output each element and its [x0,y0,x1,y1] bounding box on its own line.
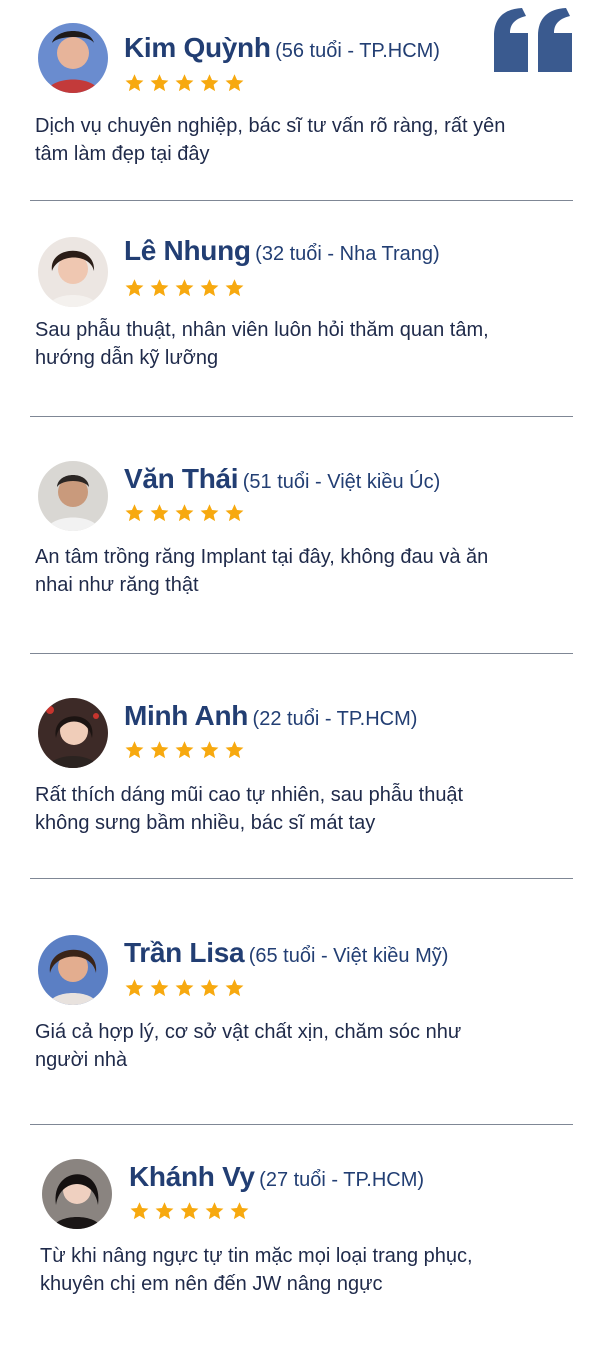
review-text: An tâm trồng răng Implant tại đây, không… [35,543,580,599]
reviewer-meta: (32 tuổi - Nha Trang) [255,243,440,265]
star-icon [150,979,169,997]
star-icon [130,1202,149,1220]
star-icon [200,741,219,759]
review-text-line: Sau phẫu thuật, nhân viên luôn hỏi thăm … [35,319,489,341]
star-rating [124,977,245,998]
star-icon [225,279,244,297]
divider [30,200,573,201]
star-icon [225,741,244,759]
avatar [38,23,108,93]
star-rating [124,502,245,523]
review-text-line: Dịch vụ chuyên nghiệp, bác sĩ tư vấn rõ … [35,115,506,137]
reviewer-name: Trần Lisa [124,937,245,968]
reviewer-name: Văn Thái [124,463,239,494]
reviewer-heading: Kim Quỳnh (56 tuổi - TP.HCM) [124,34,440,62]
reviewer-heading: Minh Anh (22 tuổi - TP.HCM) [124,702,417,730]
reviewer-heading: Lê Nhung (32 tuổi - Nha Trang) [124,237,440,265]
review-text-line: nhai như răng thật [35,574,199,596]
review-text-line: Từ khi nâng ngực tự tin mặc mọi loại tra… [40,1245,473,1267]
star-rating [124,72,245,93]
star-icon [175,279,194,297]
reviewer-name: Khánh Vy [129,1161,255,1192]
star-icon [150,279,169,297]
reviewer-heading: Trần Lisa (65 tuổi - Việt kiều Mỹ) [124,939,448,967]
review-text: Giá cả hợp lý, cơ sở vật chất xịn, chăm … [35,1018,580,1074]
star-icon [225,74,244,92]
star-icon [180,1202,199,1220]
star-rating [124,277,245,298]
star-icon [150,741,169,759]
star-icon [125,741,144,759]
reviewer-meta: (51 tuổi - Việt kiều Úc) [242,471,441,493]
star-icon [125,74,144,92]
avatar [38,461,108,531]
review-text-line: tâm làm đẹp tại đây [35,143,210,165]
star-icon [205,1202,224,1220]
review-text: Sau phẫu thuật, nhân viên luôn hỏi thăm … [35,316,580,372]
star-icon [175,504,194,522]
review-text-line: khuyên chị em nên đến JW nâng ngực [40,1273,383,1295]
reviewer-heading: Văn Thái (51 tuổi - Việt kiều Úc) [124,465,440,493]
review-text: Từ khi nâng ngực tự tin mặc mọi loại tra… [40,1242,585,1298]
divider [30,1124,573,1125]
review-text: Dịch vụ chuyên nghiệp, bác sĩ tư vấn rõ … [35,112,580,168]
star-icon [200,279,219,297]
star-icon [200,979,219,997]
reviewer-name: Minh Anh [124,700,249,731]
reviewer-name: Lê Nhung [124,235,251,266]
star-icon [175,979,194,997]
avatar [38,237,108,307]
reviewer-meta: (65 tuổi - Việt kiều Mỹ) [248,945,449,967]
divider [30,416,573,417]
reviewer-meta: (27 tuổi - TP.HCM) [259,1169,425,1191]
star-icon [150,504,169,522]
review-text-line: người nhà [35,1049,128,1071]
star-icon [125,504,144,522]
review-text-line: Rất thích dáng mũi cao tự nhiên, sau phẫ… [35,784,464,806]
divider [30,878,573,879]
review-text: Rất thích dáng mũi cao tự nhiên, sau phẫ… [35,781,580,837]
avatar [42,1159,112,1229]
reviewer-meta: (22 tuổi - TP.HCM) [252,708,418,730]
star-icon [225,504,244,522]
star-icon [225,979,244,997]
reviewer-meta: (56 tuổi - TP.HCM) [275,40,440,62]
star-icon [155,1202,174,1220]
star-icon [175,741,194,759]
star-icon [125,979,144,997]
star-icon [200,504,219,522]
reviewer-heading: Khánh Vy (27 tuổi - TP.HCM) [129,1163,424,1191]
review-text-line: không sưng bầm nhiều, bác sĩ mát tay [35,812,376,834]
star-icon [125,279,144,297]
quote-icon [494,8,572,72]
review-text-line: Giá cả hợp lý, cơ sở vật chất xịn, chăm … [35,1021,462,1043]
star-icon [150,74,169,92]
star-rating [124,739,245,760]
avatar [38,698,108,768]
review-text-line: An tâm trồng răng Implant tại đây, không… [35,546,489,568]
star-rating [129,1200,250,1221]
review-text-line: hướng dẫn kỹ lưỡng [35,347,219,369]
reviewer-name: Kim Quỳnh [124,32,271,63]
star-icon [175,74,194,92]
divider [30,653,573,654]
star-icon [200,74,219,92]
star-icon [230,1202,249,1220]
avatar [38,935,108,1005]
